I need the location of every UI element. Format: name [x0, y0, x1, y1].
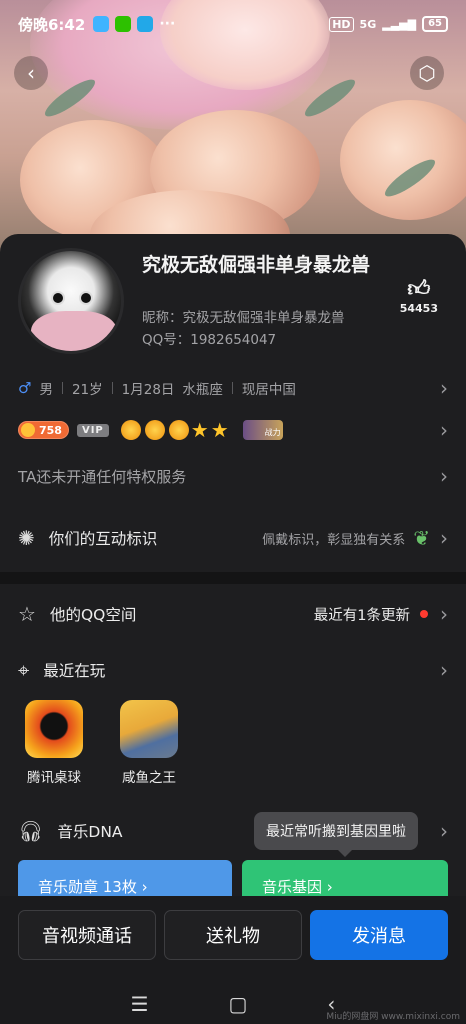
game-item[interactable]: 咸鱼之王 — [114, 700, 184, 786]
wechat-icon — [115, 16, 132, 32]
headphones-icon: 🎧︎ — [18, 819, 44, 843]
status-bar: 傍晚6:42 ··· HD 5G ▂▃▅▇ 65 — [0, 0, 466, 48]
vip-badge: VIP — [76, 423, 109, 437]
gear-badge-icon: ✺ — [18, 526, 35, 550]
gamepad-pin-icon: ⌖ — [18, 658, 30, 682]
chevron-right-icon: › — [440, 464, 448, 488]
music-dna-title: 音乐DNA — [57, 823, 123, 841]
interaction-title: 你们的互动标识 — [48, 530, 158, 548]
back-button[interactable]: ‹ — [14, 56, 48, 90]
status-right: HD 5G ▂▃▅▇ 65 — [329, 16, 448, 32]
qq-number-line[interactable]: QQ号：1982654047 — [142, 328, 276, 348]
interaction-hint: 佩戴标识，彰显独有关系 — [262, 532, 406, 548]
hexagon-menu-icon: ⬡ — [418, 61, 436, 85]
chevron-right-icon: › — [440, 526, 448, 550]
menu-icon[interactable]: ☰ — [131, 992, 149, 1022]
info-location: 现居中国 — [241, 382, 296, 398]
chevron-right-icon: › — [440, 376, 448, 400]
section-divider — [0, 572, 466, 584]
honor-badge-label: 战力 — [264, 428, 281, 437]
app-notification-icon — [93, 16, 110, 32]
sun-icon — [144, 420, 165, 440]
avatar-eye — [79, 291, 93, 305]
chevron-right-icon: › — [440, 602, 448, 626]
game-name: 咸鱼之王 — [122, 770, 176, 786]
level-row[interactable]: 758 VIP ★ ★ 战力 › — [18, 418, 448, 442]
cover-flower — [340, 100, 466, 220]
unread-dot — [420, 610, 428, 618]
av-call-button[interactable]: 音视频通话 — [18, 910, 156, 960]
more-dots-icon: ··· — [159, 16, 176, 32]
level-value: 758 — [39, 423, 62, 437]
battery-indicator: 65 — [422, 16, 448, 32]
chevron-right-icon: › — [440, 658, 448, 682]
nickname-line: 昵称：究极无敌倔强非单身暴龙兽 — [142, 310, 345, 326]
qq-level-badge: 758 — [18, 421, 69, 439]
star-icon: ★ — [210, 418, 229, 442]
privilege-text: TA还未开通任何特权服务 — [18, 467, 187, 486]
thumbs-up-icon: 👍︎ — [407, 277, 431, 302]
privilege-row[interactable]: TA还未开通任何特权服务 › — [18, 464, 448, 488]
recent-play-title: 最近在玩 — [43, 662, 106, 680]
basic-info-row[interactable]: ♂ 男 21岁 1月28日 水瓶座 现居中国 › — [18, 376, 448, 400]
hd-badge: HD — [329, 16, 354, 32]
billiards-game-icon — [25, 700, 83, 758]
coin-icon — [21, 423, 35, 437]
qzone-title: 他的QQ空间 — [49, 606, 137, 624]
info-age: 21岁 — [71, 382, 103, 398]
star-icon: ★ — [190, 418, 209, 442]
recent-play-row[interactable]: ⌖ 最近在玩 › — [18, 658, 448, 682]
music-tooltip: 最近常听搬到基因里啦 — [254, 812, 418, 857]
avatar-sweater — [31, 311, 117, 351]
game-name: 腾讯桌球 — [27, 770, 81, 786]
game-item[interactable]: 腾讯桌球 — [19, 700, 89, 786]
info-gender: 男 — [39, 382, 53, 398]
bottom-action-bar: 音视频通话 送礼物 发消息 ☰ ▢ ‹ — [0, 896, 466, 1024]
sun-icon — [168, 420, 189, 440]
chevron-right-icon: › — [440, 819, 448, 843]
display-name: 究极无敌倔强非单身暴龙兽 — [142, 254, 371, 276]
network-badge: 5G — [359, 17, 377, 31]
like-count: 54453 — [399, 302, 438, 315]
send-message-button[interactable]: 发消息 — [310, 910, 448, 960]
honor-badge: 战力 — [242, 420, 283, 440]
home-icon[interactable]: ▢ — [229, 992, 248, 1022]
signal-icon: ▂▃▅▇ — [382, 17, 417, 31]
avatar[interactable] — [18, 248, 124, 354]
info-zodiac: 水瓶座 — [182, 382, 223, 398]
male-icon: ♂ — [18, 379, 32, 397]
telegram-icon — [137, 16, 154, 32]
salted-fish-game-icon — [120, 700, 178, 758]
more-options-button[interactable]: ⬡ — [410, 56, 444, 90]
divider — [231, 382, 233, 394]
like-button[interactable]: 👍︎ 54453 — [399, 277, 438, 316]
avatar-eye — [51, 291, 65, 305]
watermark: Miu的网盘网 www.mixinxi.com — [326, 1012, 460, 1022]
divider — [111, 382, 113, 394]
chevron-right-icon: › — [440, 418, 448, 442]
sun-icon — [120, 420, 141, 440]
interaction-mark-row[interactable]: ✺ 你们的互动标识 佩戴标识，彰显独有关系 ❦ › — [18, 526, 448, 550]
star-outline-icon: ☆ — [18, 602, 36, 626]
info-birthday: 1月28日 — [121, 382, 175, 398]
qzone-row[interactable]: ☆ 他的QQ空间 最近有1条更新 › — [18, 602, 448, 626]
qzone-update-text: 最近有1条更新 — [313, 607, 410, 624]
status-time: 傍晚6:42 — [18, 15, 86, 34]
divider — [61, 382, 63, 394]
sprout-icon: ❦ — [413, 526, 430, 550]
back-arrow-icon: ‹ — [27, 61, 35, 85]
send-gift-button[interactable]: 送礼物 — [164, 910, 302, 960]
